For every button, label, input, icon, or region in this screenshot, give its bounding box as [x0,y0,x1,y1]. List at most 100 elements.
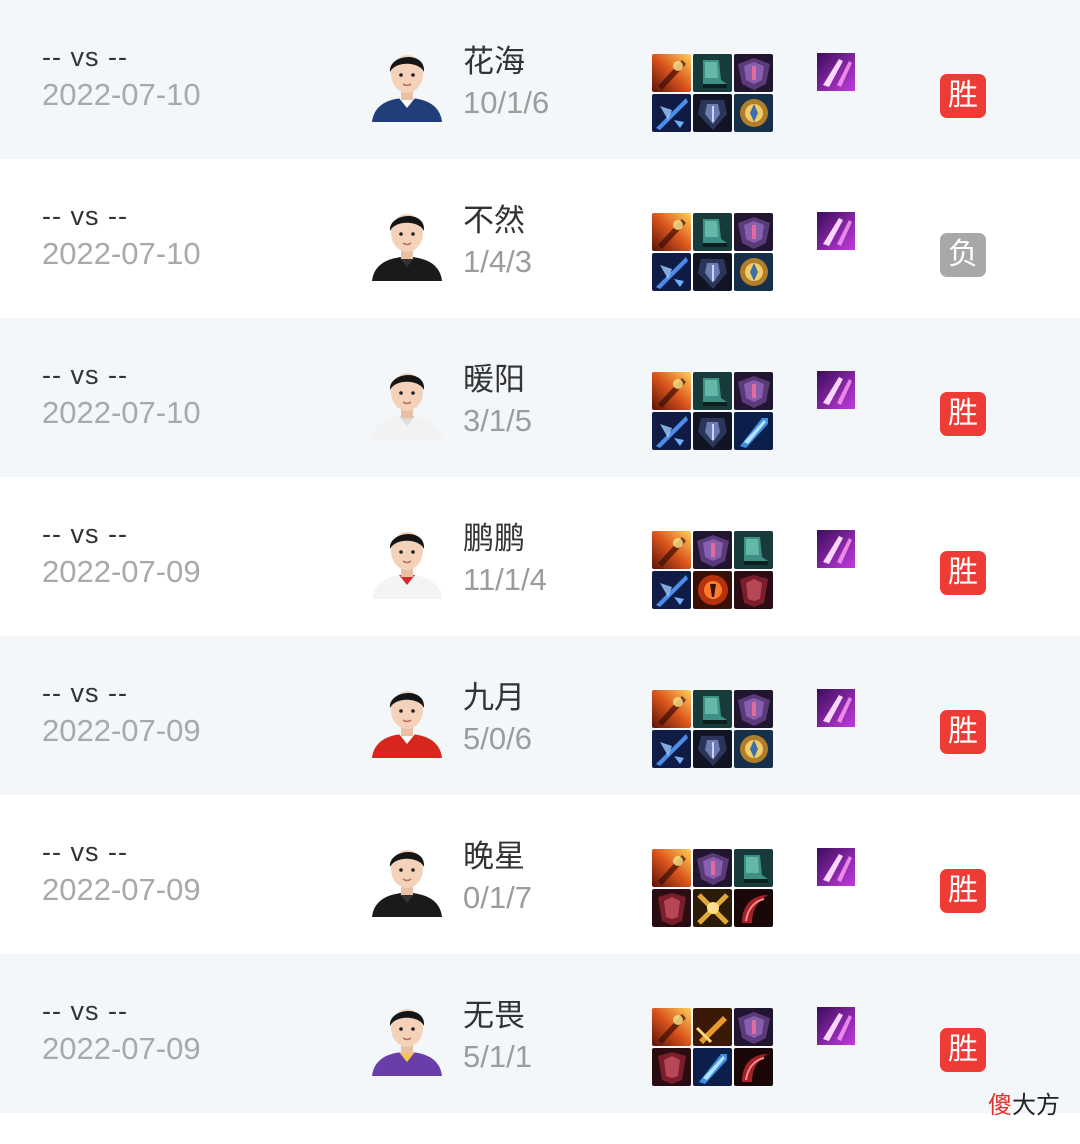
purple-armor-icon[interactable] [693,531,732,569]
green-boots-icon[interactable] [734,531,773,569]
match-history-list: -- vs -- 2022-07-10 花海 10/1/6 胜 -- vs -- 2022-… [0,0,1080,1113]
player-info: 九月 5/0/6 [463,678,532,760]
player-name[interactable]: 晚星 [463,837,532,877]
item-build [652,690,774,770]
purple-flash-icon[interactable] [817,371,855,409]
purple-armor-icon[interactable] [693,849,732,887]
green-boots-icon[interactable] [693,213,732,251]
player-name[interactable]: 鹏鹏 [463,519,547,559]
purple-armor-icon[interactable] [734,1008,773,1046]
item-build [652,1008,774,1088]
green-boots-icon[interactable] [693,690,732,728]
fire-blade-icon[interactable] [652,213,691,251]
player-name[interactable]: 暖阳 [463,360,532,400]
fire-blade-icon[interactable] [652,690,691,728]
watermark-red-char: 傻 [988,1091,1012,1119]
player-kda: 3/1/5 [463,403,532,438]
match-info: -- vs -- 2022-07-09 [42,835,302,911]
match-row[interactable]: -- vs -- 2022-07-09 无畏 5/1/1 胜 [0,954,1080,1113]
purple-flash-icon[interactable] [817,530,855,568]
match-versus-label: -- vs -- [42,996,128,1026]
player-avatar[interactable] [366,42,448,122]
purple-armor-icon[interactable] [734,54,773,92]
blue-spear-icon[interactable] [652,571,691,609]
purple-flash-icon[interactable] [817,689,855,727]
match-row[interactable]: -- vs -- 2022-07-09 晚星 0/1/7 胜 [0,795,1080,954]
player-name[interactable]: 花海 [463,42,549,82]
blue-spear-icon[interactable] [652,94,691,132]
player-avatar[interactable] [366,678,448,758]
watermark-text: 大方 [1012,1091,1060,1119]
purple-flash-icon[interactable] [817,1007,855,1045]
match-date: 2022-07-10 [42,236,201,271]
gold-shield-icon[interactable] [734,94,773,132]
red-armor-icon[interactable] [734,571,773,609]
player-name[interactable]: 不然 [463,201,532,241]
match-row[interactable]: -- vs -- 2022-07-10 花海 10/1/6 胜 [0,0,1080,159]
player-avatar[interactable] [366,201,448,281]
match-result-badge: 负 [940,233,986,277]
player-avatar[interactable] [366,360,448,440]
gold-sword-icon[interactable] [693,1008,732,1046]
match-versus-label: -- vs -- [42,837,128,867]
purple-flash-icon[interactable] [817,848,855,886]
match-versus-label: -- vs -- [42,678,128,708]
item-build [652,849,774,929]
green-boots-icon[interactable] [734,849,773,887]
match-info: -- vs -- 2022-07-10 [42,199,302,275]
red-armor-icon[interactable] [652,889,691,927]
fire-blade-icon[interactable] [652,531,691,569]
match-info: -- vs -- 2022-07-10 [42,40,302,116]
fire-blade-icon[interactable] [652,1008,691,1046]
watermark: 傻大方 [988,1085,1060,1120]
red-horn-icon[interactable] [734,1048,773,1086]
match-info: -- vs -- 2022-07-09 [42,676,302,752]
dark-armor-icon[interactable] [693,730,732,768]
player-kda: 5/0/6 [463,721,532,756]
player-name[interactable]: 九月 [463,678,532,718]
purple-armor-icon[interactable] [734,690,773,728]
match-info: -- vs -- 2022-07-09 [42,517,302,593]
match-date: 2022-07-10 [42,77,201,112]
blue-spear-icon[interactable] [652,412,691,450]
gold-shield-icon[interactable] [734,253,773,291]
player-avatar[interactable] [366,519,448,599]
item-build [652,531,774,611]
fire-blade-icon[interactable] [652,849,691,887]
dark-armor-icon[interactable] [693,412,732,450]
item-build [652,213,774,293]
dark-armor-icon[interactable] [693,253,732,291]
red-horn-icon[interactable] [734,889,773,927]
gold-cross-icon[interactable] [693,889,732,927]
match-row[interactable]: -- vs -- 2022-07-09 九月 5/0/6 胜 [0,636,1080,795]
green-boots-icon[interactable] [693,54,732,92]
purple-armor-icon[interactable] [734,213,773,251]
player-avatar[interactable] [366,996,448,1076]
blue-blade-icon[interactable] [734,412,773,450]
purple-flash-icon[interactable] [817,212,855,250]
fire-blade-icon[interactable] [652,372,691,410]
match-versus-label: -- vs -- [42,519,128,549]
dark-armor-icon[interactable] [693,94,732,132]
player-info: 不然 1/4/3 [463,201,532,283]
player-avatar[interactable] [366,837,448,917]
match-result-badge: 胜 [940,74,986,118]
player-name[interactable]: 无畏 [463,996,532,1036]
match-row[interactable]: -- vs -- 2022-07-09 鹏鹏 11/1/4 胜 [0,477,1080,636]
match-versus-label: -- vs -- [42,360,128,390]
purple-flash-icon[interactable] [817,53,855,91]
green-boots-icon[interactable] [693,372,732,410]
gold-shield-icon[interactable] [734,730,773,768]
blue-blade-icon[interactable] [693,1048,732,1086]
red-orb-icon[interactable] [693,571,732,609]
red-armor-icon[interactable] [652,1048,691,1086]
player-info: 无畏 5/1/1 [463,996,532,1078]
fire-blade-icon[interactable] [652,54,691,92]
match-result-badge: 胜 [940,392,986,436]
match-row[interactable]: -- vs -- 2022-07-10 不然 1/4/3 负 [0,159,1080,318]
match-row[interactable]: -- vs -- 2022-07-10 暖阳 3/1/5 胜 [0,318,1080,477]
player-kda: 10/1/6 [463,85,550,120]
purple-armor-icon[interactable] [734,372,773,410]
blue-spear-icon[interactable] [652,253,691,291]
blue-spear-icon[interactable] [652,730,691,768]
